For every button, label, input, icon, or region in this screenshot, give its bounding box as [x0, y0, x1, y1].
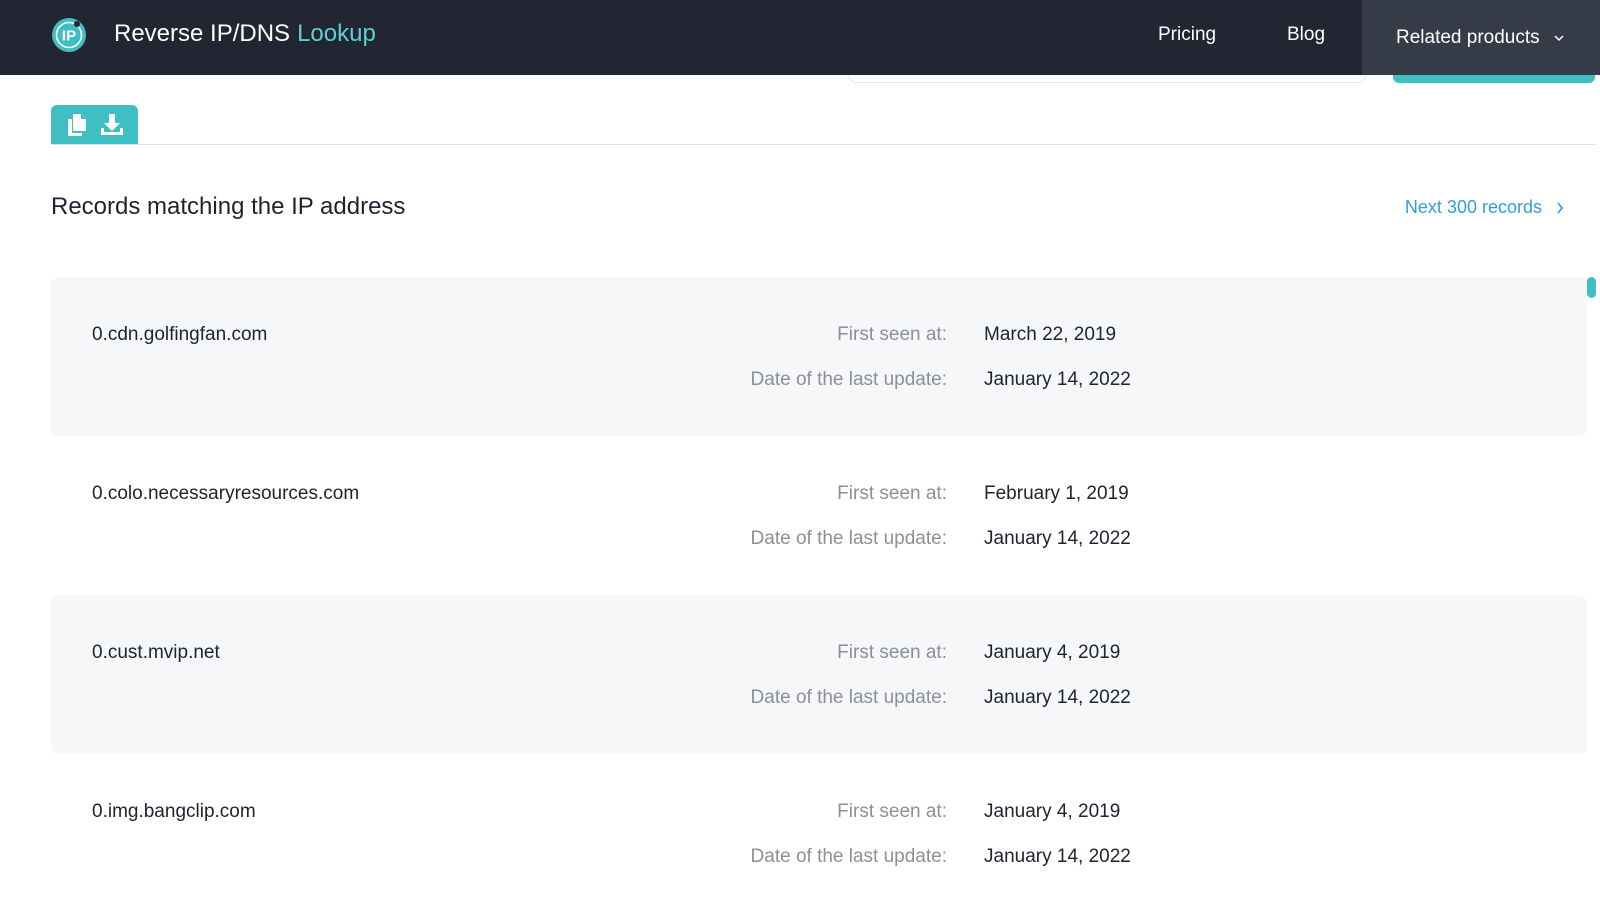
first-seen-value: March 22, 2019 — [984, 324, 1117, 345]
next-records-label: Next 300 records — [1404, 197, 1542, 217]
top-navigation-bar: IP Reverse IP/DNS Lookup Pricing Blog Rel… — [0, 0, 1600, 75]
last-update-value: January 14, 2022 — [984, 369, 1131, 390]
copy-icon — [67, 113, 86, 136]
first-seen-label: First seen at: — [837, 324, 947, 345]
last-update-value: January 14, 2022 — [984, 528, 1131, 549]
download-icon — [101, 113, 124, 135]
record-row: 0.colo.necessaryresources.com First seen… — [51, 436, 1587, 595]
brand-accent-text: Lookup — [297, 20, 376, 47]
records-section-title: Records matching the IP address — [51, 193, 406, 220]
brand-main-text: Reverse IP/DNS — [114, 20, 291, 47]
last-update-label: Date of the last update: — [750, 528, 947, 549]
chevron-right-icon — [1557, 202, 1564, 213]
first-seen-value: January 4, 2019 — [984, 801, 1121, 822]
results-toolbar — [51, 105, 138, 144]
record-row: 0.cdn.golfingfan.com First seen at: Marc… — [51, 277, 1587, 436]
nav-pricing-link[interactable]: Pricing — [1158, 24, 1216, 46]
last-update-label: Date of the last update: — [750, 687, 947, 708]
first-seen-label: First seen at: — [837, 801, 947, 822]
first-seen-label: First seen at: — [837, 642, 947, 663]
first-seen-value: February 1, 2019 — [984, 483, 1129, 504]
first-seen-value: January 4, 2019 — [984, 642, 1121, 663]
last-update-label: Date of the last update: — [750, 369, 947, 390]
last-update-value: January 14, 2022 — [984, 687, 1131, 708]
record-domain[interactable]: 0.cust.mvip.net — [92, 642, 220, 664]
related-products-dropdown[interactable]: Related products — [1362, 0, 1600, 75]
record-domain[interactable]: 0.colo.necessaryresources.com — [92, 483, 359, 505]
nav-blog-link[interactable]: Blog — [1287, 24, 1325, 46]
record-domain[interactable]: 0.img.bangclip.com — [92, 801, 256, 823]
copy-button[interactable] — [64, 112, 90, 138]
ip-logo-icon[interactable]: IP — [51, 17, 87, 53]
toolbar-divider — [51, 144, 1596, 145]
related-products-label: Related products — [1396, 26, 1540, 48]
last-update-label: Date of the last update: — [750, 846, 947, 867]
next-records-link[interactable]: Next 300 records — [1405, 197, 1564, 218]
record-row: 0.cust.mvip.net First seen at: January 4… — [51, 595, 1587, 754]
records-list: 0.cdn.golfingfan.com First seen at: Marc… — [51, 277, 1587, 910]
record-row: 0.img.bangclip.com First seen at: Januar… — [51, 754, 1587, 910]
site-title[interactable]: Reverse IP/DNS Lookup — [114, 20, 376, 48]
download-button[interactable] — [99, 112, 125, 138]
record-domain[interactable]: 0.cdn.golfingfan.com — [92, 324, 267, 346]
last-update-value: January 14, 2022 — [984, 846, 1131, 867]
logo-text: IP — [62, 28, 76, 45]
records-scrollbar-thumb[interactable] — [1587, 277, 1596, 298]
chevron-down-icon — [1554, 34, 1564, 41]
first-seen-label: First seen at: — [837, 483, 947, 504]
